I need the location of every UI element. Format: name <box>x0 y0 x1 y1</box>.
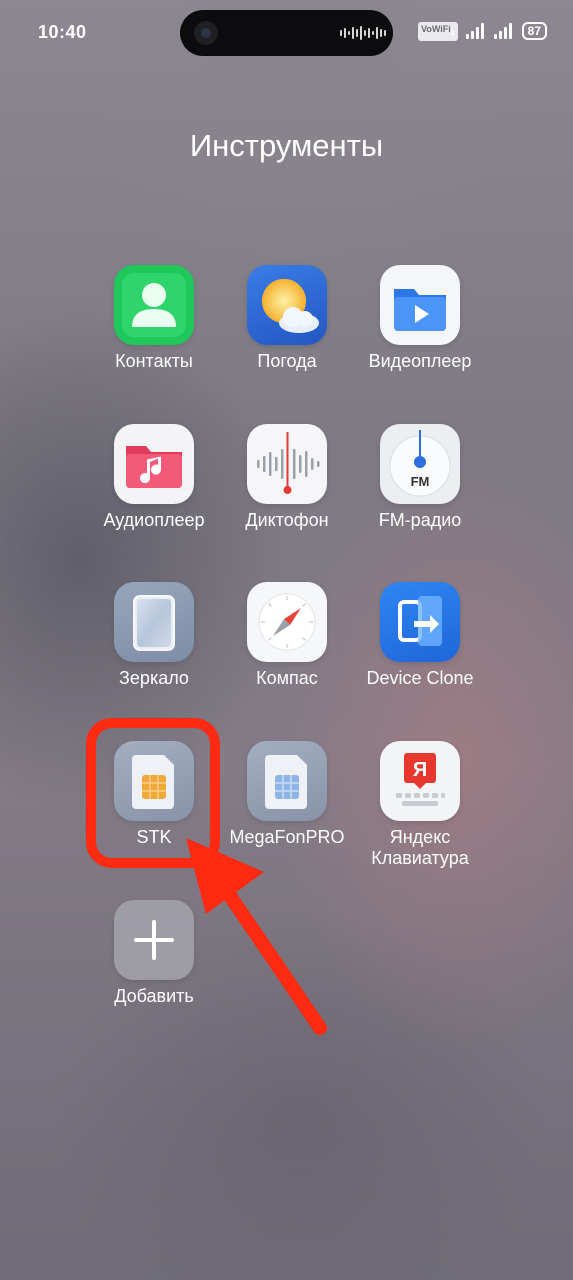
annotation-arrow-icon <box>186 838 327 1035</box>
